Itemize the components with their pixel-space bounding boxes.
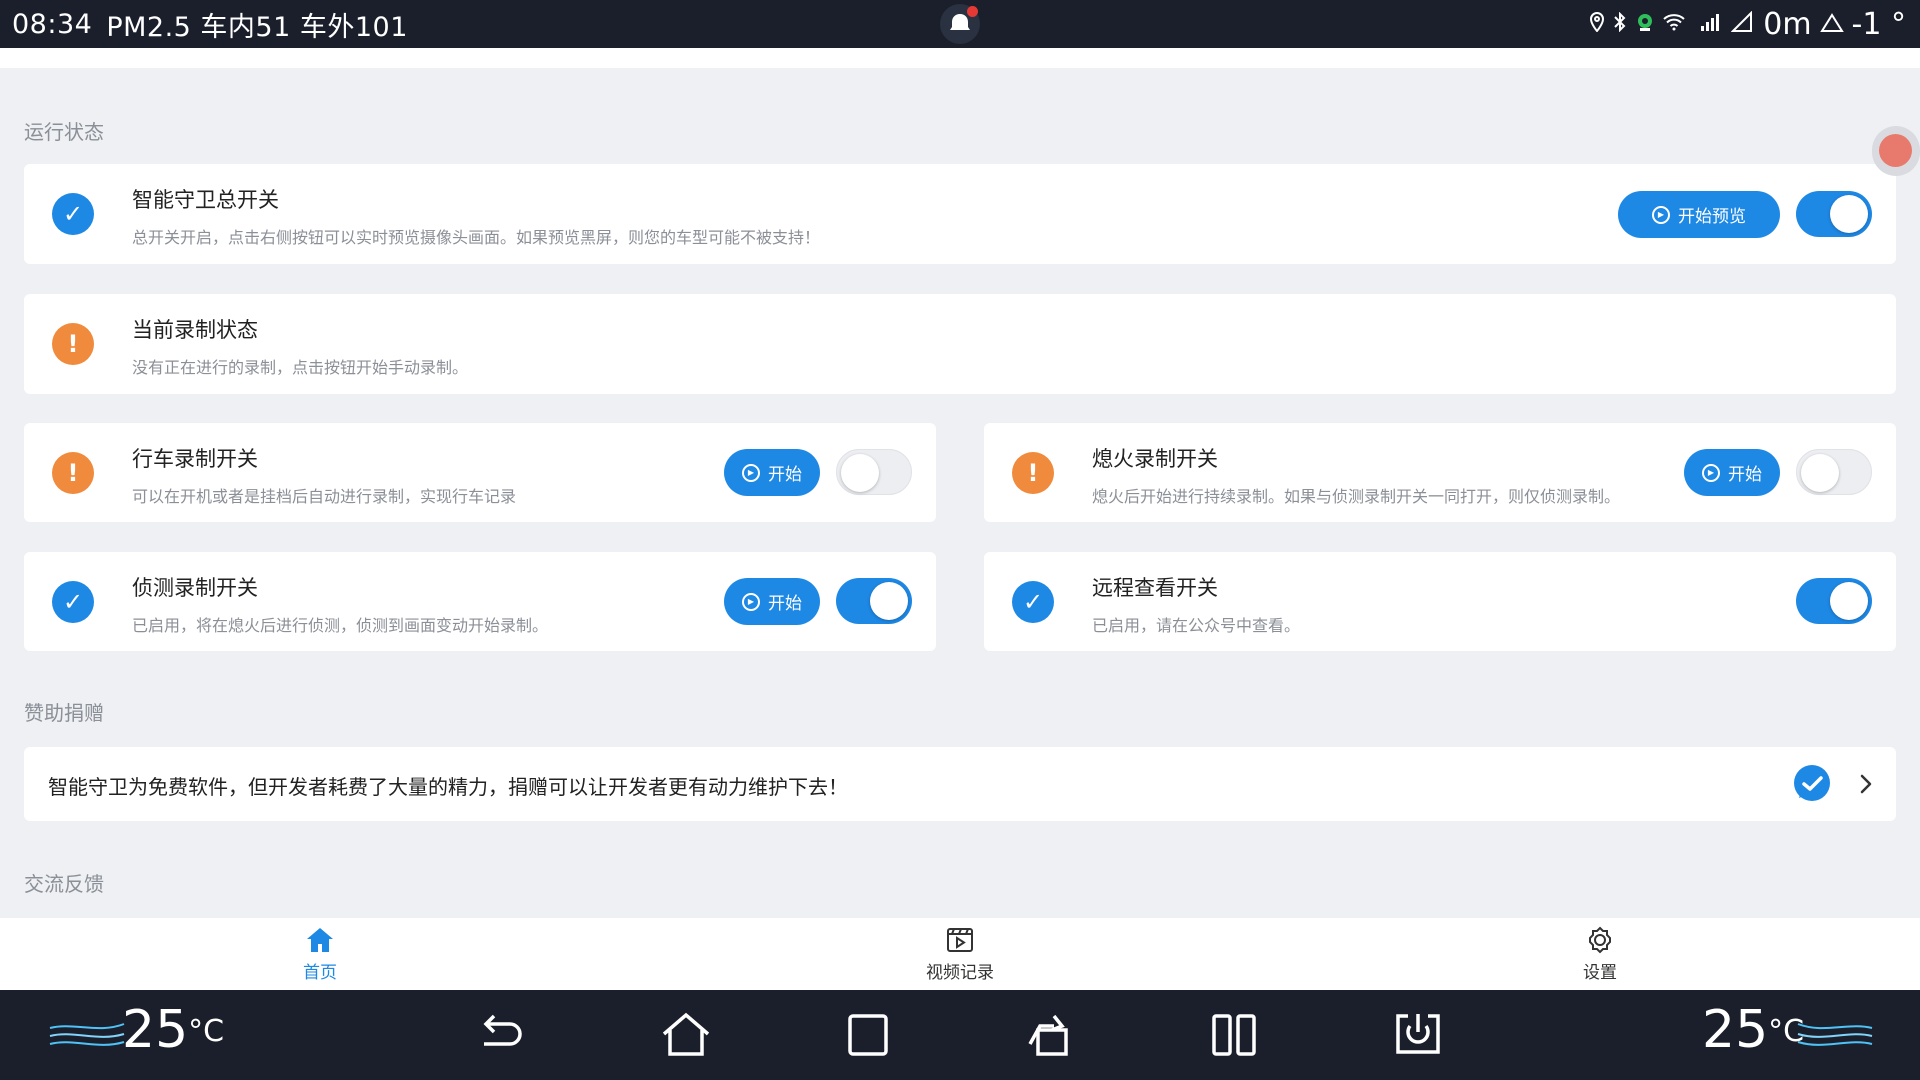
drive-record-start-button[interactable]: ▶ 开始 xyxy=(724,449,820,496)
split-screen-icon[interactable] xyxy=(1206,1010,1262,1060)
detect-record-desc: 已启用，将在熄火后进行侦测，侦测到画面变动开始录制。 xyxy=(132,616,549,635)
status-bar: 08:34 PM2.5 车内51 车外101 0m -1 ° xyxy=(0,0,1920,48)
wechat-pay-icon xyxy=(1792,764,1832,804)
detect-record-toggle[interactable] xyxy=(836,578,912,624)
play-icon: ▶ xyxy=(1652,205,1670,224)
video-record-icon xyxy=(947,927,973,952)
record-status-title: 当前录制状态 xyxy=(132,318,258,342)
left-temp-value: 25 xyxy=(122,1000,189,1060)
right-temperature[interactable]: 25 °C xyxy=(1702,1000,1804,1060)
parked-record-title: 熄火录制开关 xyxy=(1092,447,1218,471)
detect-record-start-label: 开始 xyxy=(768,594,802,614)
card-parked-record: ! 熄火录制开关 熄火后开始进行持续录制。如果与侦测录制开关一同打开，则仅侦测录… xyxy=(984,423,1896,522)
detect-record-start-button[interactable]: ▶ 开始 xyxy=(724,578,820,625)
card-main-switch: ✓ 智能守卫总开关 总开关开启，点击右侧按钮可以实时预览摄像头画面。如果预览黑屏… xyxy=(24,164,1896,264)
parked-record-desc: 熄火后开始进行持续录制。如果与侦测录制开关一同打开，则仅侦测录制。 xyxy=(1092,487,1621,506)
status-time: 08:34 xyxy=(12,8,93,40)
warning-icon: ! xyxy=(52,451,94,494)
main-switch-desc: 总开关开启，点击右侧按钮可以实时预览摄像头画面。如果预览黑屏，则您的车型可能不被… xyxy=(132,228,821,247)
signal-4g-icon xyxy=(1693,12,1723,37)
left-temp-unit: °C xyxy=(188,1014,225,1049)
section-title-feedback: 交流反馈 xyxy=(24,872,104,896)
status-altitude: 0m xyxy=(1763,6,1812,42)
start-preview-label: 开始预览 xyxy=(1678,207,1746,227)
detect-record-title: 侦测录制开关 xyxy=(132,576,258,600)
recent-apps-icon[interactable] xyxy=(840,1010,896,1060)
play-icon: ▶ xyxy=(1702,463,1720,482)
top-stripe xyxy=(0,48,1920,68)
altitude-icon xyxy=(1730,10,1755,38)
remote-view-desc: 已启用，请在公众号中查看。 xyxy=(1092,616,1301,635)
drive-record-toggle[interactable] xyxy=(836,449,912,495)
card-record-status: ! 当前录制状态 没有正在进行的录制，点击按钮开始手动录制。 xyxy=(24,294,1896,394)
camera-status-icon xyxy=(1635,12,1655,37)
status-left: 08:34 PM2.5 车内51 车外101 xyxy=(12,0,422,48)
weather-icon xyxy=(1819,11,1844,38)
gear-icon xyxy=(1589,926,1611,953)
back-icon[interactable] xyxy=(474,1010,530,1060)
parked-record-toggle[interactable] xyxy=(1796,449,1872,495)
rotate-screen-icon[interactable] xyxy=(1024,1010,1080,1060)
check-icon: ✓ xyxy=(52,580,94,623)
warning-icon: ! xyxy=(52,323,94,365)
status-outside-temp: -1 ° xyxy=(1851,6,1906,42)
chevron-right-icon xyxy=(1854,771,1878,797)
nav-home-label: 首页 xyxy=(303,962,337,983)
right-temp-value: 25 xyxy=(1702,1000,1769,1060)
play-icon: ▶ xyxy=(742,463,760,482)
nav-settings[interactable]: 设置 xyxy=(1540,918,1660,990)
left-temperature[interactable]: 25 °C xyxy=(122,1000,224,1060)
drive-record-title: 行车录制开关 xyxy=(132,447,258,471)
donate-text: 智能守卫为免费软件，但开发者耗费了大量的精力，捐赠可以让开发者更有动力维护下去！ xyxy=(48,775,848,799)
status-right: 0m -1 ° xyxy=(1589,0,1906,48)
parked-record-start-button[interactable]: ▶ 开始 xyxy=(1684,449,1780,496)
drive-record-desc: 可以在开机或者是挂档后自动进行录制，实现行车记录 xyxy=(132,487,517,506)
parked-record-start-label: 开始 xyxy=(1728,465,1762,485)
remote-view-title: 远程查看开关 xyxy=(1092,576,1218,600)
system-bar: 25 °C 25 °C xyxy=(0,990,1920,1080)
section-title-running: 运行状态 xyxy=(24,120,104,144)
bottom-navigation: 首页 视频记录 设置 xyxy=(0,918,1920,990)
remote-view-toggle[interactable] xyxy=(1796,578,1872,624)
home-system-icon[interactable] xyxy=(658,1010,714,1060)
nav-home[interactable]: 首页 xyxy=(260,918,380,990)
notification-dot xyxy=(967,6,978,17)
power-screen-icon[interactable] xyxy=(1390,1010,1446,1060)
record-status-desc: 没有正在进行的录制，点击按钮开始手动录制。 xyxy=(132,358,469,377)
section-title-donate: 赞助捐赠 xyxy=(24,701,104,725)
main-switch-title: 智能守卫总开关 xyxy=(132,188,279,212)
bluetooth-icon xyxy=(1613,11,1627,37)
card-detect-record: ✓ 侦测录制开关 已启用，将在熄火后进行侦测，侦测到画面变动开始录制。 ▶ 开始 xyxy=(24,552,936,651)
nav-videos[interactable]: 视频记录 xyxy=(900,918,1020,990)
nav-videos-label: 视频记录 xyxy=(926,962,994,983)
location-icon xyxy=(1589,11,1605,37)
notification-bell-icon[interactable] xyxy=(940,4,980,44)
start-preview-button[interactable]: ▶ 开始预览 xyxy=(1618,191,1780,238)
warning-icon: ! xyxy=(1012,451,1054,494)
main-switch-toggle[interactable] xyxy=(1796,191,1872,237)
left-climate-wave-icon xyxy=(49,1023,125,1046)
card-drive-record: ! 行车录制开关 可以在开机或者是挂档后自动进行录制，实现行车记录 ▶ 开始 xyxy=(24,423,936,522)
right-climate-wave-icon xyxy=(1797,1023,1873,1046)
nav-settings-label: 设置 xyxy=(1583,962,1617,983)
check-icon: ✓ xyxy=(52,193,94,235)
home-icon xyxy=(307,927,333,952)
check-icon: ✓ xyxy=(1012,580,1054,623)
status-air-quality: PM2.5 车内51 车外101 xyxy=(106,11,408,43)
play-icon: ▶ xyxy=(742,592,760,611)
card-remote-view: ✓ 远程查看开关 已启用，请在公众号中查看。 xyxy=(984,552,1896,651)
card-donate[interactable]: 智能守卫为免费软件，但开发者耗费了大量的精力，捐赠可以让开发者更有动力维护下去！ xyxy=(24,747,1896,821)
floating-action-button[interactable] xyxy=(1872,126,1920,176)
drive-record-start-label: 开始 xyxy=(768,465,802,485)
wifi-icon xyxy=(1663,12,1685,36)
